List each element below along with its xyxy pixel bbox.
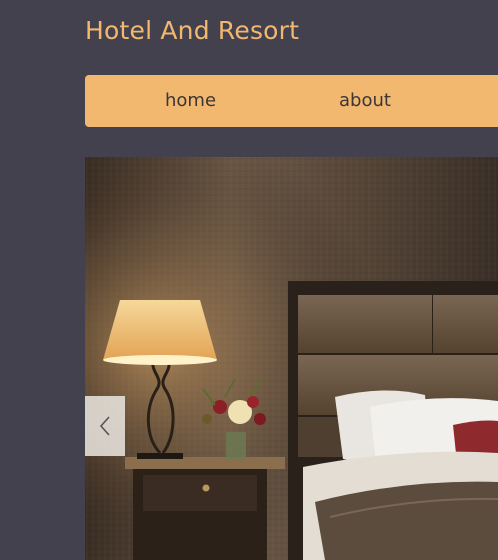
hero-slider (85, 157, 498, 560)
chevron-left-icon (99, 416, 110, 436)
main-nav: home about (85, 75, 498, 127)
hero-image (85, 157, 498, 560)
nav-item-home[interactable]: home (165, 75, 216, 127)
site-title: Hotel And Resort (85, 16, 300, 45)
slider-prev-button[interactable] (85, 396, 125, 456)
nav-item-about[interactable]: about (339, 75, 391, 127)
